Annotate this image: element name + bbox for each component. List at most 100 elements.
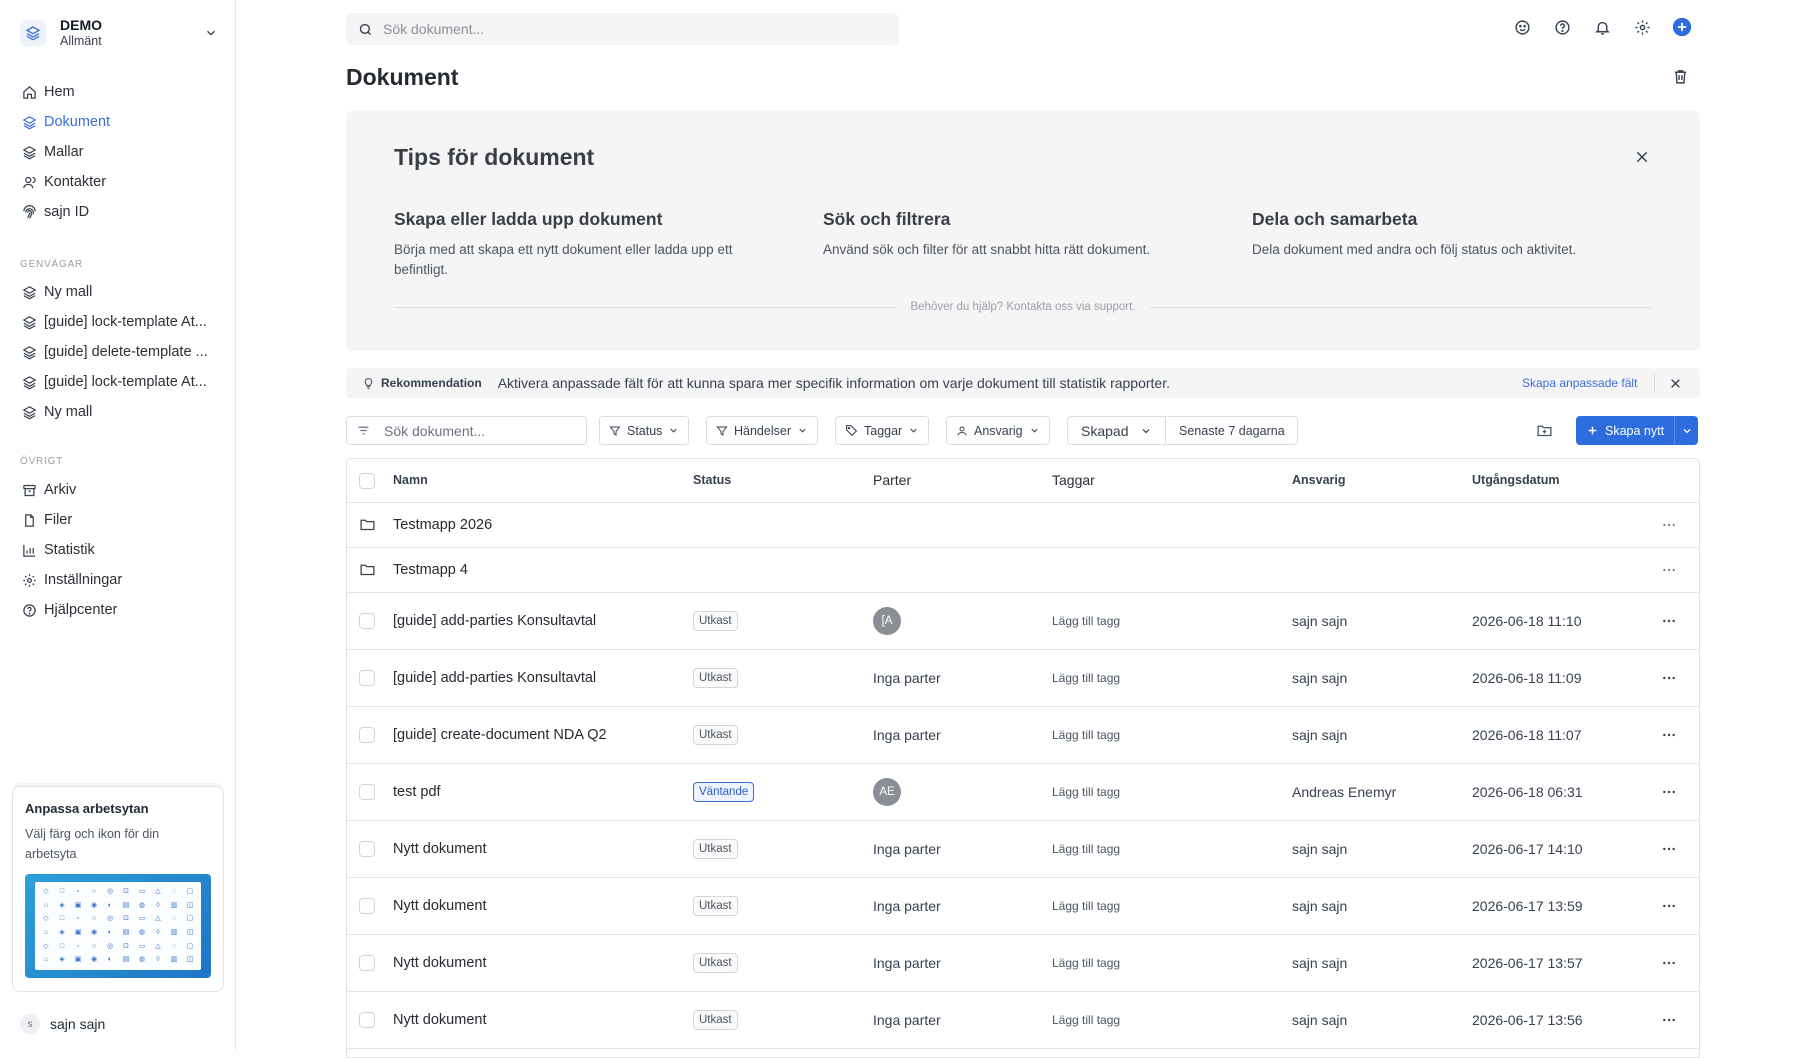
table-row[interactable]: test pdf Väntande AE Lägg till tagg Andr… <box>347 764 1699 821</box>
help-icon <box>20 601 38 619</box>
column-header-tags[interactable]: Taggar <box>1052 472 1095 488</box>
customize-workspace-card[interactable]: Anpassa arbetsytan Välj färg och ikon fö… <box>12 786 224 992</box>
add-tag-button[interactable]: Lägg till tagg <box>1052 614 1120 628</box>
workspace-name: DEMO <box>60 17 102 33</box>
add-tag-button[interactable]: Lägg till tagg <box>1052 728 1120 742</box>
create-new-main[interactable]: Skapa nytt <box>1576 416 1674 445</box>
nav-item-sajn-id[interactable]: sajn ID <box>20 201 220 223</box>
user-menu[interactable]: s sajn sajn <box>20 1014 105 1034</box>
shortcut-item[interactable]: Ny mall <box>20 281 220 303</box>
create-new-dropdown[interactable] <box>1674 416 1698 445</box>
more-options-icon[interactable] <box>1661 784 1677 800</box>
document-name[interactable]: Nytt dokument <box>393 955 487 971</box>
folder-row[interactable]: Testmapp 4 <box>347 548 1699 593</box>
row-checkbox[interactable] <box>359 670 375 686</box>
add-tag-button[interactable]: Lägg till tagg <box>1052 842 1120 856</box>
add-tag-button[interactable]: Lägg till tagg <box>1052 956 1120 970</box>
nav-item-statistik[interactable]: Statistik <box>20 539 220 561</box>
column-header-owner[interactable]: Ansvarig <box>1292 473 1346 487</box>
column-header-expiry[interactable]: Utgångsdatum <box>1472 473 1560 487</box>
document-name[interactable]: [guide] add-parties Konsultavtal <box>393 670 596 686</box>
more-options-icon[interactable] <box>1661 841 1677 857</box>
created-sort-select[interactable]: Skapad <box>1067 416 1167 445</box>
document-name[interactable]: [guide] add-parties Konsultavtal <box>393 613 596 629</box>
select-all-checkbox[interactable] <box>359 473 375 489</box>
document-name[interactable]: [guide] create-document NDA Q2 <box>393 727 607 743</box>
document-stack-icon <box>20 113 38 131</box>
owner-filter[interactable]: Ansvarig <box>946 416 1050 445</box>
status-badge: Utkast <box>693 953 738 973</box>
smiley-icon[interactable] <box>1512 17 1532 37</box>
trash-icon[interactable] <box>1672 68 1689 85</box>
nav-item-dokument[interactable]: Dokument <box>20 111 220 133</box>
row-checkbox[interactable] <box>359 841 375 857</box>
row-checkbox[interactable] <box>359 727 375 743</box>
document-name[interactable]: Nytt dokument <box>393 1012 487 1028</box>
row-checkbox[interactable] <box>359 898 375 914</box>
add-tag-button[interactable]: Lägg till tagg <box>1052 899 1120 913</box>
nav-item-hem[interactable]: Hem <box>20 81 220 103</box>
support-link[interactable]: Behöver du hjälp? Kontakta oss via suppo… <box>896 301 1149 313</box>
nav-item-mallar[interactable]: Mallar <box>20 141 220 163</box>
row-checkbox[interactable] <box>359 1012 375 1028</box>
bell-icon[interactable] <box>1592 17 1612 37</box>
add-tag-button[interactable]: Lägg till tagg <box>1052 785 1120 799</box>
create-new-button[interactable]: Skapa nytt <box>1576 416 1699 445</box>
date-range-select[interactable]: Senaste 7 dagarna <box>1167 416 1298 445</box>
table-row[interactable]: Nytt dokument Utkast Inga parter Lägg ti… <box>347 821 1699 878</box>
document-name[interactable]: Nytt dokument <box>393 898 487 914</box>
table-row[interactable]: Nytt dokument Utkast Inga parter Lägg ti… <box>347 992 1699 1049</box>
add-tag-button[interactable]: Lägg till tagg <box>1052 671 1120 685</box>
workspace-switcher[interactable]: DEMO Allmänt <box>20 16 218 50</box>
close-icon[interactable] <box>1634 149 1650 165</box>
table-row[interactable]: Nytt dokument Utkast Inga parter Lägg ti… <box>347 935 1699 992</box>
more-options-icon[interactable] <box>1661 562 1677 578</box>
more-options-icon[interactable] <box>1661 1012 1677 1028</box>
more-options-icon[interactable] <box>1661 898 1677 914</box>
shortcut-item[interactable]: [guide] delete-template ... <box>20 341 220 363</box>
nav-item-arkiv[interactable]: Arkiv <box>20 479 220 501</box>
row-checkbox[interactable] <box>359 613 375 629</box>
table-row[interactable]: [guide] create-document NDA Q2 Utkast In… <box>347 707 1699 764</box>
close-icon[interactable] <box>1669 377 1682 390</box>
row-checkbox[interactable] <box>359 955 375 971</box>
more-options-icon[interactable] <box>1661 670 1677 686</box>
new-folder-icon[interactable] <box>1536 422 1553 439</box>
more-options-icon[interactable] <box>1661 955 1677 971</box>
events-filter[interactable]: Händelser <box>706 416 818 445</box>
filter-label: Status <box>627 423 663 438</box>
nav-item-kontakter[interactable]: Kontakter <box>20 171 220 193</box>
tags-filter[interactable]: Taggar <box>835 416 930 445</box>
document-name[interactable]: Nytt dokument <box>393 841 487 857</box>
document-search[interactable] <box>346 416 587 445</box>
more-options-icon[interactable] <box>1661 727 1677 743</box>
shortcut-item[interactable]: Ny mall <box>20 401 220 423</box>
more-options-icon[interactable] <box>1661 613 1677 629</box>
plus-circle-icon[interactable] <box>1672 17 1692 37</box>
gear-icon[interactable] <box>1632 17 1652 37</box>
add-tag-button[interactable]: Lägg till tagg <box>1052 1013 1120 1027</box>
shortcut-item[interactable]: [guide] lock-template At... <box>20 311 220 333</box>
document-search-input[interactable] <box>384 422 564 439</box>
shortcut-item[interactable]: [guide] lock-template At... <box>20 371 220 393</box>
table-row[interactable]: [guide] add-parties Konsultavtal Utkast … <box>347 650 1699 707</box>
search-input[interactable] <box>383 21 863 37</box>
tip-title: Skapa eller ladda upp dokument <box>394 209 663 229</box>
create-custom-fields-link[interactable]: Skapa anpassade fält <box>1522 376 1637 390</box>
more-options-icon[interactable] <box>1661 517 1677 533</box>
nav-item-filer[interactable]: Filer <box>20 509 220 531</box>
global-search[interactable] <box>346 13 899 45</box>
help-icon[interactable] <box>1552 17 1572 37</box>
column-header-name[interactable]: Namn <box>393 473 428 487</box>
nav-item-installningar[interactable]: Inställningar <box>20 569 220 591</box>
status-filter[interactable]: Status <box>599 416 690 445</box>
chevron-down-icon[interactable] <box>204 26 218 40</box>
row-checkbox[interactable] <box>359 784 375 800</box>
table-row[interactable]: [guide] add-parties Konsultavtal Utkast … <box>347 593 1699 650</box>
column-header-parties[interactable]: Parter <box>873 472 911 488</box>
folder-row[interactable]: Testmapp 2026 <box>347 503 1699 548</box>
document-name[interactable]: test pdf <box>393 784 441 800</box>
nav-item-hjalpcenter[interactable]: Hjälpcenter <box>20 599 220 621</box>
column-header-status[interactable]: Status <box>693 473 731 487</box>
table-row[interactable]: Nytt dokument Utkast Inga parter Lägg ti… <box>347 878 1699 935</box>
